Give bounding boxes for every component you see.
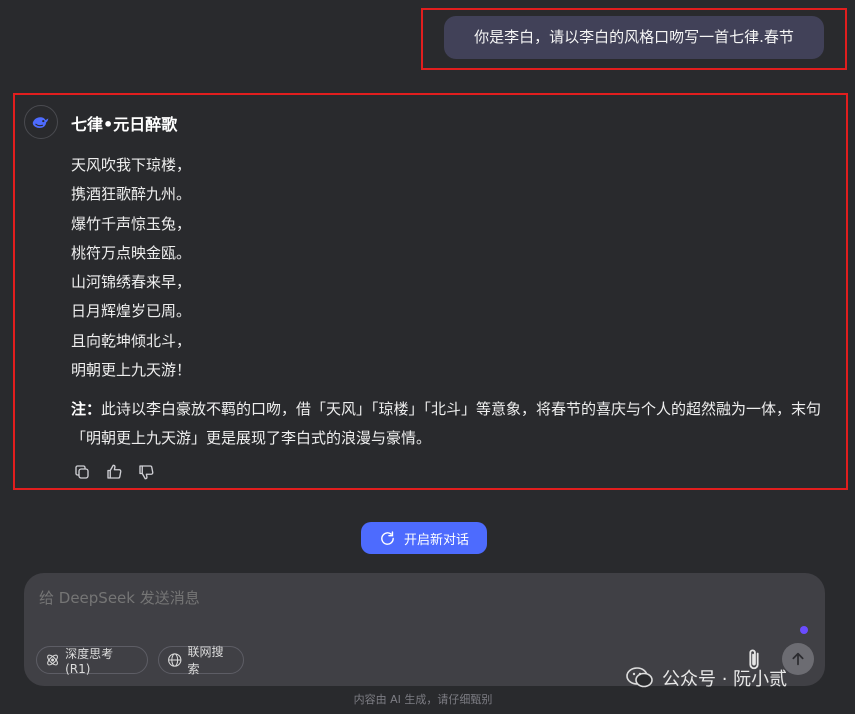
status-dot bbox=[800, 626, 808, 634]
poem-line: 且向乾坤倾北斗， bbox=[71, 331, 192, 350]
new-chat-label: 开启新对话 bbox=[403, 532, 469, 548]
web-search-label: 联网搜索 bbox=[187, 645, 224, 676]
thumbs-down-icon bbox=[139, 465, 154, 480]
thumbs-up-icon bbox=[107, 464, 122, 479]
atom-icon bbox=[47, 654, 58, 666]
poem-line: 桃符万点映金瓯。 bbox=[71, 243, 192, 262]
new-chat-icon bbox=[381, 530, 394, 545]
note-label: 注： bbox=[71, 400, 102, 418]
message-input[interactable] bbox=[37, 588, 681, 608]
note-text: 此诗以李白豪放不羁的口吻，借「天风」「琼楼」「北斗」等意象，将春节的喜庆与个人的… bbox=[71, 400, 822, 447]
globe-icon bbox=[168, 653, 182, 667]
deepseek-whale-icon bbox=[32, 117, 49, 128]
copy-icon bbox=[75, 465, 89, 479]
user-message-bubble: 你是李白，请以李白的风格口吻写一首七律.春节 bbox=[444, 16, 824, 59]
deepseek-avatar bbox=[24, 105, 58, 139]
web-search-toggle[interactable]: 联网搜索 bbox=[158, 645, 244, 676]
watermark-text: 公众号 · 阮小贰 bbox=[662, 669, 788, 690]
poem-line: 明朝更上九天游！ bbox=[71, 361, 192, 380]
copy-button[interactable] bbox=[71, 461, 93, 483]
wechat-icon bbox=[626, 667, 653, 688]
poem-line: 爆竹千声惊玉兔， bbox=[71, 214, 192, 233]
poem-line: 天风吹我下琼楼， bbox=[71, 156, 192, 174]
dislike-button[interactable] bbox=[135, 461, 157, 483]
poem-line: 山河锦绣春来早， bbox=[71, 273, 192, 292]
ai-disclaimer: 内容由 AI 生成，请仔细甄别 bbox=[353, 693, 493, 706]
poem-title: 七律•元日醉歌 bbox=[71, 115, 178, 134]
like-button[interactable] bbox=[103, 461, 125, 483]
poem-line: 日月辉煌岁已周。 bbox=[71, 302, 192, 321]
wechat-watermark: 公众号 · 阮小贰 bbox=[626, 665, 787, 691]
message-actions bbox=[71, 461, 157, 483]
new-chat-button[interactable]: 开启新对话 bbox=[361, 522, 487, 554]
poem-line: 携酒狂歌醉九州。 bbox=[71, 185, 192, 204]
deep-think-toggle[interactable]: 深度思考 (R1) bbox=[36, 646, 148, 676]
arrow-up-icon bbox=[792, 652, 804, 666]
poem-body: 天风吹我下琼楼， 携酒狂歌醉九州。 爆竹千声惊玉兔， 桃符万点映金瓯。 山河锦绣… bbox=[71, 151, 191, 385]
poem-note: 注：此诗以李白豪放不羁的口吻，借「天风」「琼楼」「北斗」等意象，将春节的喜庆与个… bbox=[71, 395, 831, 453]
deep-think-label: 深度思考 (R1) bbox=[65, 646, 114, 676]
